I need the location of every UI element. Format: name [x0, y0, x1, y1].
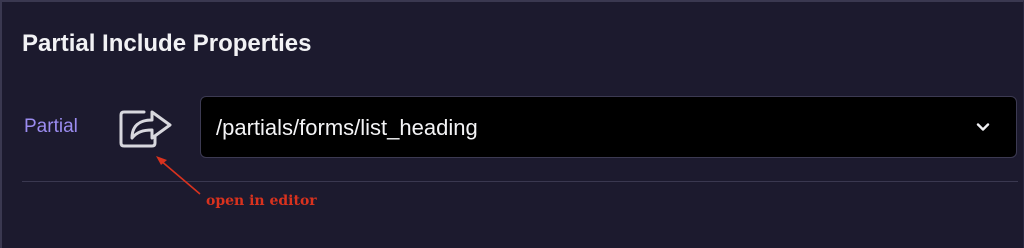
partial-select[interactable]: /partials/forms/list_heading	[200, 96, 1017, 158]
annotation-label: open in editor	[206, 193, 317, 209]
open-in-editor-icon[interactable]	[114, 98, 176, 154]
panel-title: Partial Include Properties	[22, 30, 312, 57]
partial-label: Partial	[24, 116, 78, 137]
chevron-down-icon	[976, 123, 990, 131]
partial-select-value: /partials/forms/list_heading	[216, 115, 478, 140]
properties-panel: Partial Include Properties Partial /part…	[0, 0, 1024, 248]
annotation-arrow	[156, 156, 201, 195]
